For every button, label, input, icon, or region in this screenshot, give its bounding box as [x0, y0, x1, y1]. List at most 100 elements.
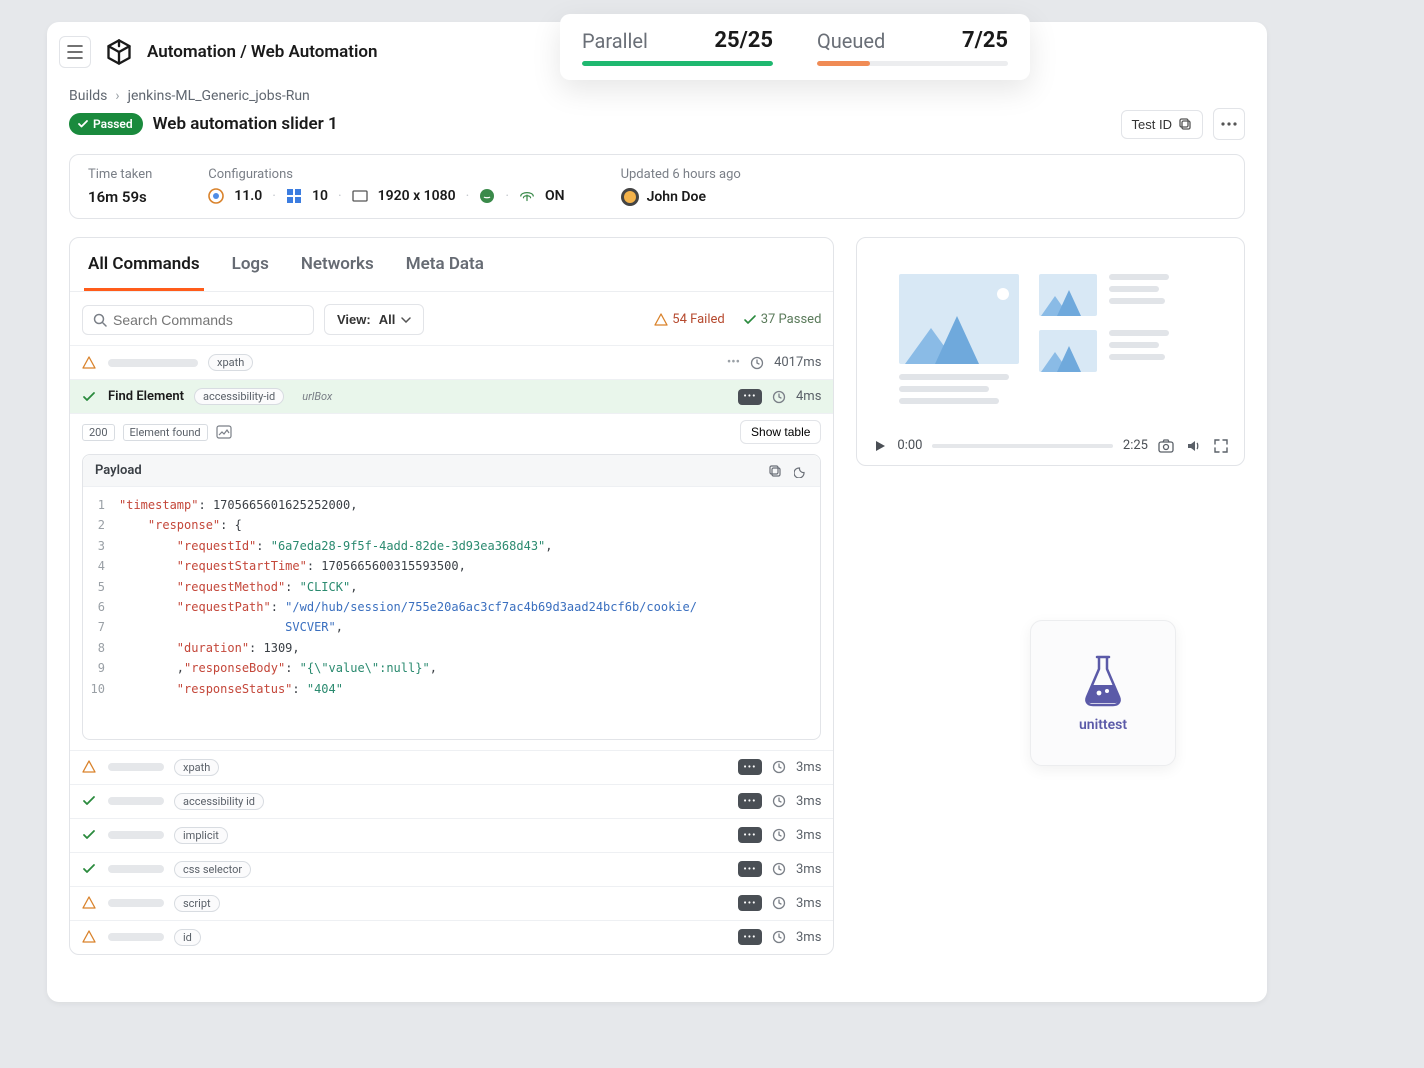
- play-icon[interactable]: [873, 439, 887, 453]
- view-filter-button[interactable]: View: All: [324, 304, 424, 335]
- fullscreen-icon[interactable]: [1214, 439, 1228, 453]
- command-sub-row: 200 Element found Show table: [70, 413, 833, 454]
- volume-icon[interactable]: [1186, 439, 1202, 453]
- clock-icon: [772, 862, 786, 876]
- passed-count: 37 Passed: [743, 312, 822, 327]
- user-name: John Doe: [647, 189, 706, 205]
- response-msg: Element found: [123, 424, 208, 441]
- status-badge: Passed: [69, 113, 143, 135]
- breadcrumb-item[interactable]: jenkins-ML_Generic_jobs-Run: [128, 88, 310, 104]
- flask-icon: [1079, 653, 1127, 709]
- commands-panel: All Commands Logs Networks Meta Data Vie…: [69, 237, 834, 955]
- row-more-icon[interactable]: •••: [738, 929, 762, 945]
- locator-chip: xpath: [208, 354, 253, 371]
- duration: 3ms: [796, 896, 821, 911]
- page-title: Automation / Web Automation: [147, 42, 378, 62]
- updated-label: Updated 6 hours ago: [621, 167, 741, 182]
- local-value: ON: [545, 188, 565, 204]
- duration: 4017ms: [774, 355, 821, 370]
- time-taken-value: 16m 59s: [88, 188, 152, 206]
- concurrency-card: Parallel 25/25 Queued 7/25: [560, 14, 1030, 80]
- row-more-icon[interactable]: •••: [738, 827, 762, 843]
- command-row-active[interactable]: Find Element accessibility-id urlBox •••…: [70, 379, 833, 413]
- device-icon: [479, 188, 495, 204]
- clock-icon: [772, 896, 786, 910]
- command-row[interactable]: xpath ••• 3ms: [70, 750, 833, 784]
- row-more-icon[interactable]: •••: [738, 861, 762, 877]
- parallel-value: 25/25: [714, 28, 773, 53]
- video-progress[interactable]: [932, 444, 1112, 448]
- locator-chip: accessibility id: [174, 793, 264, 810]
- summary-card: Time taken 16m 59s Configurations 11.0 ·…: [69, 154, 1245, 219]
- row-more-icon[interactable]: •••: [738, 759, 762, 775]
- video-total-time: 2:25: [1123, 438, 1148, 453]
- copy-icon: [1178, 117, 1192, 131]
- status-text: Passed: [93, 117, 133, 131]
- show-table-button[interactable]: Show table: [740, 420, 821, 444]
- command-row[interactable]: implicit•••3ms: [70, 818, 833, 852]
- clock-icon: [772, 760, 786, 774]
- tab-all-commands[interactable]: All Commands: [84, 238, 204, 291]
- tab-meta-data[interactable]: Meta Data: [402, 238, 488, 291]
- command-row[interactable]: script ••• 3ms: [70, 886, 833, 920]
- resolution-icon: [352, 188, 368, 204]
- parallel-bar: [582, 61, 773, 66]
- duration: 3ms: [796, 794, 821, 809]
- camera-icon[interactable]: [1158, 439, 1174, 453]
- tab-logs[interactable]: Logs: [228, 238, 273, 291]
- unittest-card: unittest: [1030, 620, 1176, 766]
- check-icon: [82, 390, 98, 404]
- locator-chip: script: [174, 895, 220, 912]
- warning-icon: [654, 313, 668, 327]
- video-panel: 0:00 2:25: [856, 237, 1245, 466]
- command-title: Find Element: [108, 389, 184, 404]
- video-thumbnail-small: [1039, 274, 1097, 316]
- queued-label: Queued: [817, 29, 885, 53]
- test-id-button[interactable]: Test ID: [1121, 110, 1203, 139]
- check-icon: [82, 794, 98, 808]
- duration: 3ms: [796, 828, 821, 843]
- skeleton: [108, 933, 164, 941]
- row-more-icon[interactable]: •••: [738, 895, 762, 911]
- menu-toggle[interactable]: [59, 36, 91, 68]
- unittest-label: unittest: [1079, 717, 1127, 733]
- row-more-icon[interactable]: •••: [727, 355, 740, 370]
- warning-icon: [82, 760, 98, 774]
- resolution-value: 1920 x 1080: [378, 188, 456, 204]
- command-row[interactable]: accessibility id ••• 3ms: [70, 784, 833, 818]
- chevron-right-icon: ›: [115, 88, 119, 104]
- theme-toggle-icon[interactable]: [794, 464, 808, 478]
- row-more-icon[interactable]: •••: [738, 793, 762, 809]
- video-current-time: 0:00: [897, 438, 922, 453]
- queued-value: 7/25: [962, 28, 1008, 53]
- skeleton: [108, 763, 164, 771]
- tab-networks[interactable]: Networks: [297, 238, 378, 291]
- command-row[interactable]: id•••3ms: [70, 920, 833, 954]
- breadcrumb-root[interactable]: Builds: [69, 88, 107, 104]
- locator-chip: xpath: [174, 759, 219, 776]
- locator-value: urlBox: [294, 389, 340, 404]
- copy-payload-icon[interactable]: [768, 464, 782, 478]
- search-icon: [93, 313, 107, 327]
- command-row[interactable]: xpath ••• 4017ms: [70, 345, 833, 379]
- os-version: 10: [312, 188, 328, 204]
- skeleton: [108, 865, 164, 873]
- queued-bar: [817, 61, 1008, 66]
- video-thumbnail: [899, 274, 1019, 364]
- row-more-icon[interactable]: •••: [738, 389, 762, 405]
- duration: 3ms: [796, 760, 821, 775]
- command-row[interactable]: css selector•••3ms: [70, 852, 833, 886]
- skeleton: [108, 797, 164, 805]
- search-input-wrap[interactable]: [82, 305, 314, 335]
- failed-count: 54 Failed: [654, 312, 724, 327]
- warning-icon: [82, 356, 98, 370]
- skeleton: [108, 359, 198, 367]
- screenshot-icon[interactable]: [216, 425, 232, 439]
- os-icon: [286, 188, 302, 204]
- browser-version: 11.0: [234, 188, 262, 204]
- locator-chip: accessibility-id: [194, 388, 284, 405]
- search-input[interactable]: [113, 312, 303, 328]
- more-button[interactable]: [1213, 108, 1245, 140]
- skeleton: [108, 831, 164, 839]
- locator-chip: id: [174, 929, 201, 946]
